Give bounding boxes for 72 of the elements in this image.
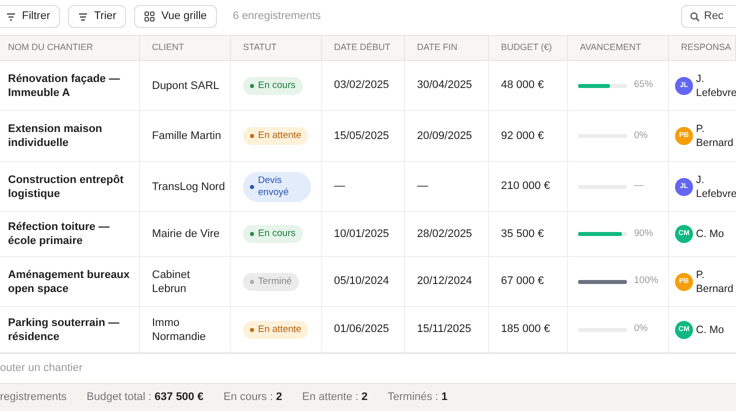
- start-date: 10/01/2025: [334, 226, 390, 242]
- start-date: 05/10/2024: [334, 274, 390, 290]
- toolbar-button[interactable]: Vue grille: [134, 5, 217, 28]
- progress-percent: 90%: [634, 226, 654, 241]
- status-badge: Terminé: [243, 272, 299, 290]
- end-date: 20/09/2025: [417, 128, 472, 144]
- column-header[interactable]: CLIENT: [152, 41, 184, 55]
- status-badge: En attente: [243, 320, 308, 338]
- site-name: Réfection toiture — école primaire: [8, 220, 110, 248]
- column-header[interactable]: BUDGET (€): [501, 41, 552, 55]
- start-date: 03/02/2025: [334, 78, 390, 94]
- status-badge: En cours: [243, 76, 302, 94]
- owner-name: J. Lefebvre: [696, 72, 736, 100]
- summary-text: registrements: [0, 390, 67, 406]
- end-date: 30/04/2025: [417, 78, 472, 94]
- progress-percent: 65%: [634, 78, 654, 92]
- site-name: Rénovation façade — Immeuble A: [8, 72, 121, 100]
- column-header[interactable]: AVANCEMENT: [580, 41, 642, 55]
- site-name: Aménagement bureaux open space: [8, 268, 131, 296]
- search-icon: [690, 12, 700, 22]
- end-date: 28/02/2025: [417, 226, 472, 242]
- site-name: Extension maison individuelle: [8, 122, 104, 150]
- progress-percent: 0%: [634, 128, 648, 143]
- client-name: Cabinet Lebrun: [152, 268, 191, 296]
- column-header[interactable]: DATE FIN: [417, 41, 458, 55]
- summary-text: En attente : 2: [302, 390, 368, 406]
- summary-text: Budget total : 637 500 €: [86, 390, 204, 406]
- column-header[interactable]: NOM DU CHANTIER: [8, 41, 93, 55]
- sort-icon: [78, 12, 88, 22]
- column-header[interactable]: DATE DÉBUT: [334, 41, 390, 55]
- site-name: Parking souterrain — résidence: [8, 316, 120, 344]
- budget-amount: 185 000 €: [501, 322, 550, 338]
- start-date: —: [334, 179, 345, 194]
- search-input[interactable]: Rec: [704, 8, 730, 25]
- client-name: Immo Normandie: [152, 316, 207, 344]
- owner-name: C. Mo: [696, 322, 724, 336]
- budget-amount: 92 000 €: [501, 128, 544, 144]
- column-header[interactable]: RESPONSA: [681, 41, 732, 55]
- client-name: Mairie de Vire: [152, 227, 220, 241]
- budget-amount: 48 000 €: [501, 78, 544, 94]
- toolbar-button[interactable]: Filtrer: [0, 5, 60, 28]
- client-name: Famille Martin: [152, 129, 222, 143]
- start-date: 15/05/2025: [334, 128, 390, 144]
- budget-amount: 35 500 €: [501, 226, 544, 242]
- end-date: —: [417, 179, 428, 194]
- owner-name: P. Bernard: [696, 122, 734, 150]
- record-count: 6 enregistrements: [232, 9, 321, 24]
- owner-name: P. Bernard: [696, 268, 734, 296]
- end-date: 20/12/2024: [417, 274, 472, 290]
- progress-percent: 0%: [634, 322, 648, 336]
- summary-text: Terminés : 1: [388, 390, 448, 406]
- summary-text: En cours : 2: [223, 390, 282, 406]
- owner-name: C. Mo: [696, 227, 724, 241]
- grid-icon: [144, 11, 156, 22]
- search-field[interactable]: Rec: [681, 5, 736, 28]
- toolbar-button[interactable]: Trier: [68, 5, 126, 28]
- client-name: Dupont SARL: [152, 78, 220, 92]
- progress-percent: 100%: [634, 274, 658, 288]
- end-date: 15/11/2025: [417, 322, 472, 338]
- filter-icon: [6, 12, 16, 22]
- column-header[interactable]: STATUT: [243, 41, 277, 55]
- progress-percent: —: [634, 179, 644, 194]
- add-row-link[interactable]: outer un chantier: [0, 360, 83, 377]
- start-date: 01/06/2025: [334, 322, 390, 338]
- client-name: TransLog Nord: [152, 180, 225, 194]
- budget-amount: 67 000 €: [501, 274, 544, 290]
- site-name: Construction entrepôt logistique: [8, 172, 124, 200]
- status-badge: En cours: [243, 225, 302, 243]
- status-badge: En attente: [243, 127, 308, 145]
- budget-amount: 210 000 €: [501, 179, 550, 194]
- status-badge: Devis envoyé: [243, 172, 311, 202]
- owner-name: J. Lefebvre: [696, 172, 736, 200]
